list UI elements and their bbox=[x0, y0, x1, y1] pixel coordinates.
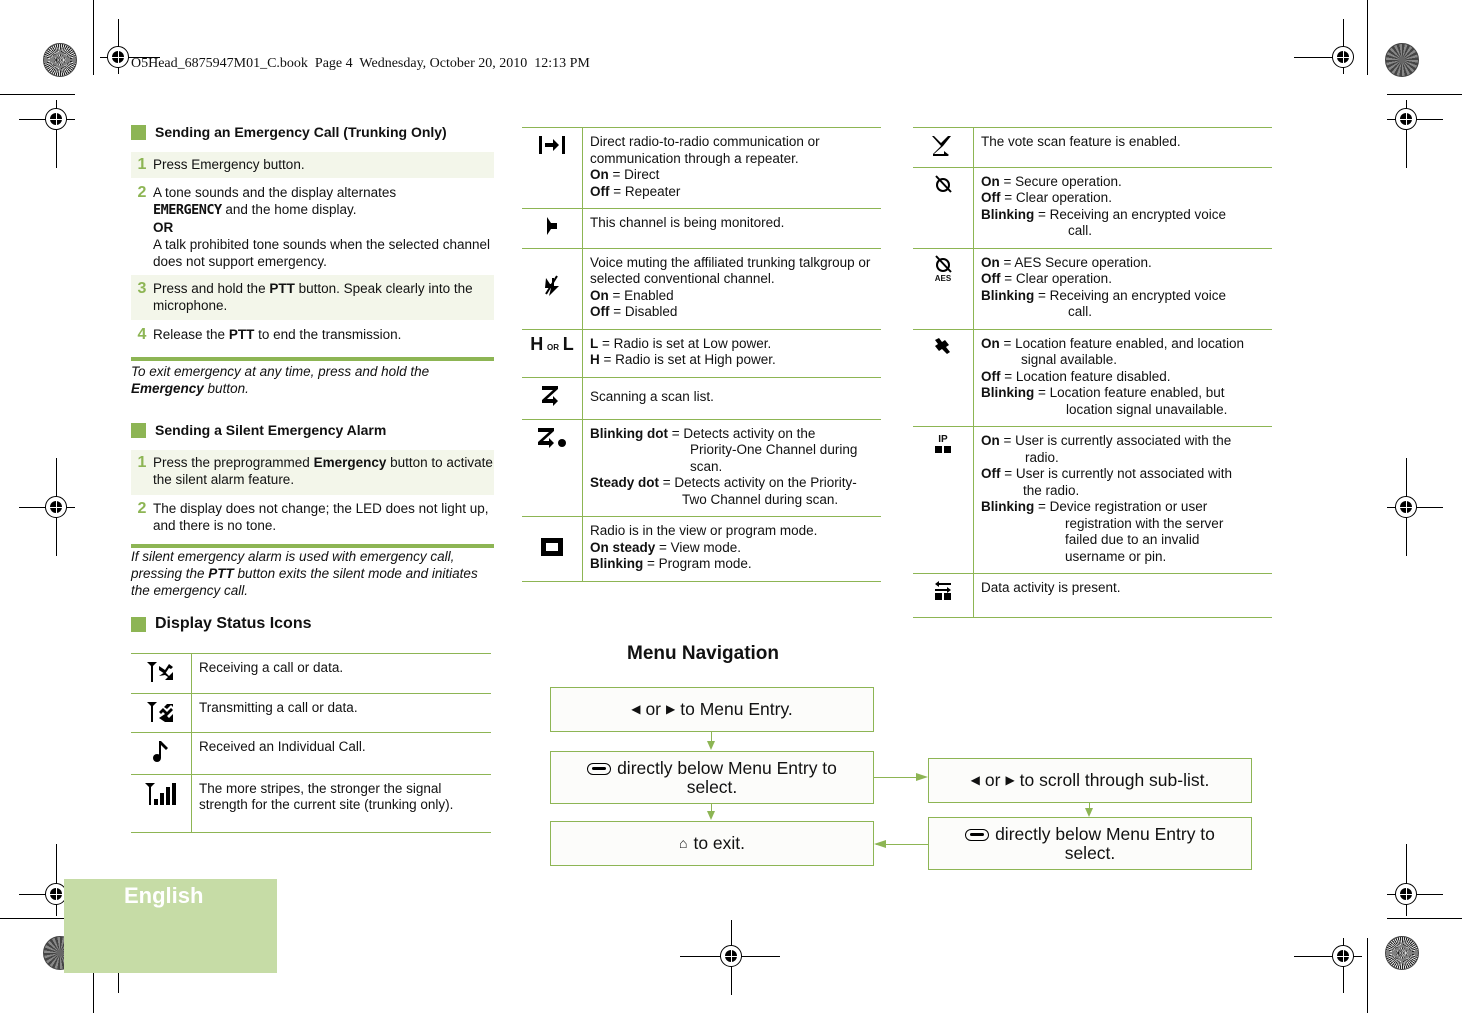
silent-steps: 1 Press the preprogrammed Emergency butt… bbox=[131, 450, 494, 539]
table-row: AES On = AES Secure operation. Off = Clea… bbox=[913, 247, 1272, 330]
table-row: The vote scan feature is enabled. bbox=[913, 127, 1272, 168]
menu-step-exit: ⌂ to exit. bbox=[550, 821, 874, 866]
menu-step-select-sub: directly below Menu Entry to select. bbox=[928, 817, 1252, 870]
right-arrow-icon: ▶ bbox=[1005, 773, 1015, 787]
softkey-icon bbox=[965, 828, 990, 841]
silent-alarm-heading: Sending a Silent Emergency Alarm bbox=[131, 422, 386, 438]
talkaround-icon bbox=[539, 136, 565, 154]
menu-navigation-title: Menu Navigation bbox=[627, 643, 780, 664]
menu-step-scroll-entry: ◀ or ▶ to Menu Entry. bbox=[550, 687, 874, 732]
individual-call-icon bbox=[153, 741, 168, 762]
menu-step-scroll-sublist: ◀ or ▶ to scroll through sub-list. bbox=[928, 758, 1252, 803]
status-icons-table-3: The vote scan feature is enabled. On = S… bbox=[913, 127, 1272, 618]
softkey-icon bbox=[587, 762, 612, 775]
table-row: Voice muting the affiliated trunking tal… bbox=[522, 247, 881, 330]
ip-user-icon: IP bbox=[935, 433, 951, 453]
language-tab: English bbox=[64, 879, 277, 973]
step-4: 4 Release the PTT to end the transmissio… bbox=[137, 326, 402, 343]
emergency-exit-note: To exit emergency at any time, press and… bbox=[131, 364, 430, 396]
flow-arrow bbox=[874, 777, 919, 778]
section-bullet-icon bbox=[131, 422, 146, 438]
table-row: Data activity is present. bbox=[913, 573, 1272, 618]
menu-step-select: directly below Menu Entry to select. bbox=[550, 751, 874, 804]
table-row: On = Secure operation. Off = Clear operat… bbox=[913, 166, 1272, 249]
home-icon: ⌂ bbox=[678, 835, 688, 851]
lcd-text: EMERGENCY bbox=[153, 202, 222, 218]
table-row: Received an Individual Call. bbox=[131, 732, 491, 775]
secure-icon bbox=[935, 174, 952, 193]
emergency-steps: 1 Press Emergency button. 2 A tone sound… bbox=[131, 152, 494, 348]
emergency-call-heading: Sending an Emergency Call (Trunking Only… bbox=[131, 124, 447, 140]
step-2: 2 The display does not change; the LED d… bbox=[137, 500, 489, 533]
section-bullet-icon bbox=[131, 124, 146, 140]
receiving-icon bbox=[147, 662, 173, 682]
section-bullet-icon bbox=[131, 616, 146, 632]
view-program-mode-icon bbox=[541, 537, 563, 556]
table-row: This channel is being monitored. bbox=[522, 208, 881, 249]
transmitting-icon bbox=[147, 701, 173, 722]
status-icons-table-1: Receiving a call or data. Transmitting a… bbox=[131, 653, 491, 833]
divider bbox=[131, 357, 494, 361]
aes-secure-icon: AES bbox=[933, 254, 953, 283]
left-arrow-icon: ◀ bbox=[970, 773, 980, 787]
print-header: O5Head_6875947M01_C.book Page 4 Wednesda… bbox=[131, 56, 590, 71]
table-row: On = Location feature enabled, and locat… bbox=[913, 328, 1272, 427]
step-2: 2 A tone sounds and the display alternat… bbox=[137, 184, 490, 269]
table-row: Transmitting a call or data. bbox=[131, 692, 491, 733]
table-row: Radio is in the view or program mode. On … bbox=[522, 516, 881, 582]
table-row: Direct radio-to-radio communication or c… bbox=[522, 127, 881, 209]
table-row: The more stripes, the stronger the signa… bbox=[131, 773, 491, 833]
table-row: Blinking dot = Detects activity on the Pr… bbox=[522, 418, 881, 517]
power-level-icon: H OR L bbox=[530, 333, 574, 354]
mute-icon bbox=[545, 275, 559, 297]
signal-strength-icon bbox=[145, 782, 176, 805]
left-arrow-icon: ◀ bbox=[631, 702, 641, 716]
monitor-icon bbox=[547, 217, 557, 235]
table-row: Scanning a scan list. bbox=[522, 376, 881, 420]
table-row: IP On = User is currently associated wit… bbox=[913, 426, 1272, 574]
status-icons-table-2: Direct radio-to-radio communication or c… bbox=[522, 127, 881, 582]
step-1: 1 Press the preprogrammed Emergency butt… bbox=[131, 450, 494, 495]
step-3: 3 Press and hold the PTT button. Speak c… bbox=[131, 275, 494, 320]
table-row: H OR L L = Radio is set at Low power. H =… bbox=[522, 328, 881, 378]
scan-icon bbox=[542, 385, 558, 406]
silent-alarm-note: If silent emergency alarm is used with e… bbox=[131, 549, 478, 598]
status-icons-heading: Display Status Icons bbox=[131, 615, 312, 633]
data-activity-icon bbox=[935, 581, 951, 600]
right-arrow-icon: ▶ bbox=[666, 702, 676, 716]
gps-icon bbox=[935, 337, 950, 354]
step-1: 1 Press Emergency button. bbox=[131, 152, 494, 178]
priority-scan-icon bbox=[538, 427, 566, 448]
table-row: Receiving a call or data. bbox=[131, 653, 491, 694]
vote-scan-icon bbox=[932, 136, 951, 159]
